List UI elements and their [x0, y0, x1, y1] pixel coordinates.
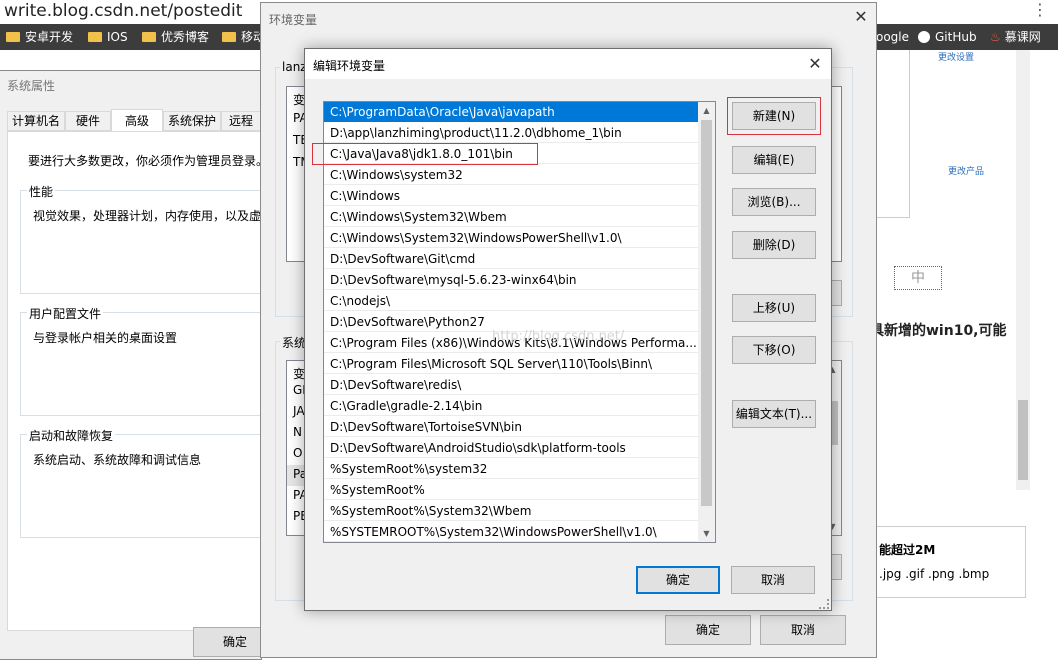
- user-profile-group: 用户配置文件 与登录帐户相关的桌面设置: [20, 305, 270, 416]
- env-close-icon[interactable]: ✕: [849, 7, 873, 31]
- edit-button[interactable]: 编辑(E): [732, 146, 816, 174]
- path-entry[interactable]: D:\app\lanzhiming\product\11.2.0\dbhome_…: [324, 123, 698, 143]
- path-entry[interactable]: %SystemRoot%\system32: [324, 459, 698, 479]
- flame-icon: ♨: [990, 30, 1001, 44]
- dialog-cancel-button[interactable]: 取消: [731, 566, 815, 594]
- path-entry[interactable]: %SystemRoot%: [324, 480, 698, 500]
- new-button[interactable]: 新建(N): [732, 102, 816, 130]
- tab-computer-name[interactable]: 计算机名: [7, 111, 65, 131]
- edit-env-dialog: 编辑环境变量 ✕ C:\ProgramData\Oracle\Java\java…: [304, 48, 832, 611]
- bookmark-folder-2[interactable]: IOS: [88, 26, 128, 48]
- path-list[interactable]: C:\ProgramData\Oracle\Java\javapath D:\ap…: [312, 101, 716, 543]
- menu-icon[interactable]: ⋮: [1032, 0, 1048, 19]
- path-entry[interactable]: D:\DevSoftware\mysql-5.6.23-winx64\bin: [324, 270, 698, 290]
- folder-icon: [142, 32, 156, 42]
- performance-group: 性能 视觉效果，处理器计划，内存使用，以及虚: [20, 183, 270, 294]
- edit-text-button[interactable]: 编辑文本(T)...: [732, 400, 816, 428]
- github-icon: [918, 31, 930, 43]
- stamp-box: 中: [894, 266, 942, 290]
- profile-label: 用户配置文件: [27, 305, 104, 322]
- path-list-scroll-thumb[interactable]: [701, 120, 712, 506]
- performance-label: 性能: [27, 183, 56, 200]
- startup-desc: 系统启动、系统故障和调试信息: [33, 453, 202, 467]
- tab-system-protection[interactable]: 系统保护: [163, 111, 221, 131]
- tab-hardware[interactable]: 硬件: [65, 111, 111, 131]
- path-entry[interactable]: C:\ProgramData\Oracle\Java\javapath: [324, 102, 698, 122]
- scroll-down-icon[interactable]: ▼: [698, 525, 715, 542]
- browse-button[interactable]: 浏览(B)...: [732, 188, 816, 216]
- performance-desc: 视觉效果，处理器计划，内存使用，以及虚: [33, 209, 262, 223]
- scroll-up-icon[interactable]: ▲: [698, 102, 715, 119]
- bookmark-google[interactable]: oogle: [876, 26, 909, 48]
- bookmark-github[interactable]: GitHub: [918, 26, 977, 48]
- bookmark-imooc[interactable]: ♨ 慕课网: [990, 26, 1041, 48]
- move-up-button[interactable]: 上移(U): [732, 294, 816, 322]
- blog-panel: 更改设置 更改产品 中 具新增的win10,可能 能超过2M .jpg .gif…: [868, 50, 1058, 656]
- delete-button[interactable]: 删除(D): [732, 231, 816, 259]
- path-entry[interactable]: D:\DevSoftware\AndroidStudio\sdk\platfor…: [324, 438, 698, 458]
- profile-desc: 与登录帐户相关的桌面设置: [33, 331, 178, 345]
- path-entry[interactable]: C:\Windows\System32\Wbem: [324, 207, 698, 227]
- dialog-close-icon[interactable]: ✕: [803, 54, 827, 76]
- tab-bar: 计算机名 硬件 高级 系统保护 远程: [7, 109, 267, 133]
- path-entry[interactable]: D:\DevSoftware\redis\: [324, 375, 698, 395]
- env-cancel-button[interactable]: 取消: [760, 615, 846, 645]
- tab-remote[interactable]: 远程: [221, 111, 261, 131]
- change-product-link[interactable]: 更改产品: [948, 164, 984, 177]
- path-entry[interactable]: C:\nodejs\: [324, 291, 698, 311]
- page-scrollbar-thumb[interactable]: [1018, 400, 1028, 480]
- path-entry[interactable]: C:\Program Files\Microsoft SQL Server\11…: [324, 354, 698, 374]
- bookmark-folder-1[interactable]: 安卓开发: [6, 26, 73, 48]
- folder-icon: [88, 32, 102, 42]
- resize-grip-icon[interactable]: [819, 599, 829, 609]
- path-entry[interactable]: C:\Windows: [324, 186, 698, 206]
- system-properties-window: 系统属性 计算机名 硬件 高级 系统保护 远程 要进行大多数更改，你必须作为管理…: [0, 70, 277, 660]
- path-entry[interactable]: D:\DevSoftware\Git\cmd: [324, 249, 698, 269]
- blog-heading: 具新增的win10,可能: [870, 323, 1007, 339]
- upload-box: 能超过2M .jpg .gif .png .bmp: [868, 526, 1026, 598]
- upload-formats-text: .jpg .gif .png .bmp: [879, 567, 990, 581]
- change-settings-link[interactable]: 更改设置: [938, 50, 974, 63]
- path-entry[interactable]: D:\DevSoftware\TortoiseSVN\bin: [324, 417, 698, 437]
- tab-advanced[interactable]: 高级: [111, 109, 163, 133]
- move-down-button[interactable]: 下移(O): [732, 336, 816, 364]
- path-entry[interactable]: %SYSTEMROOT%\System32\WindowsPowerShell\…: [324, 522, 698, 542]
- path-entry[interactable]: C:\Gradle\gradle-2.14\bin: [324, 396, 698, 416]
- address-bar-right: ⋮: [876, 0, 1058, 24]
- path-list-scrollbar[interactable]: ▲ ▼: [698, 102, 715, 542]
- upload-limit-text: 能超过2M: [879, 543, 936, 557]
- bookmark-folder-3[interactable]: 优秀博客: [142, 26, 209, 48]
- address-bar[interactable]: write.blog.csdn.net/postedit: [0, 0, 262, 24]
- bookmark-folder-4[interactable]: 移动: [222, 26, 265, 48]
- env-ok-button[interactable]: 确定: [665, 615, 751, 645]
- folder-icon: [222, 32, 236, 42]
- startup-group: 启动和故障恢复 系统启动、系统故障和调试信息: [20, 427, 270, 538]
- watermark: http://blog.csdn.net/: [492, 329, 625, 344]
- tab-content: 要进行大多数更改，你必须作为管理员登录。 性能 视觉效果，处理器计划，内存使用，…: [7, 131, 270, 631]
- url-text: write.blog.csdn.net/postedit: [4, 1, 243, 21]
- folder-icon: [6, 32, 20, 42]
- dialog-ok-button[interactable]: 确定: [636, 566, 720, 594]
- path-entry[interactable]: %SystemRoot%\System32\Wbem: [324, 501, 698, 521]
- dialog-title: 编辑环境变量: [313, 59, 386, 73]
- env-window-title: 环境变量: [269, 13, 318, 27]
- path-entry[interactable]: C:\Windows\system32: [324, 165, 698, 185]
- page-scrollbar[interactable]: [1016, 50, 1030, 490]
- window-title: 系统属性: [7, 79, 56, 93]
- admin-note: 要进行大多数更改，你必须作为管理员登录。: [28, 154, 269, 168]
- startup-label: 启动和故障恢复: [27, 427, 116, 444]
- path-entry[interactable]: C:\Windows\System32\WindowsPowerShell\v1…: [324, 228, 698, 248]
- path-rows: C:\ProgramData\Oracle\Java\javapath D:\ap…: [312, 102, 698, 542]
- path-entry-highlight-box: [312, 143, 538, 165]
